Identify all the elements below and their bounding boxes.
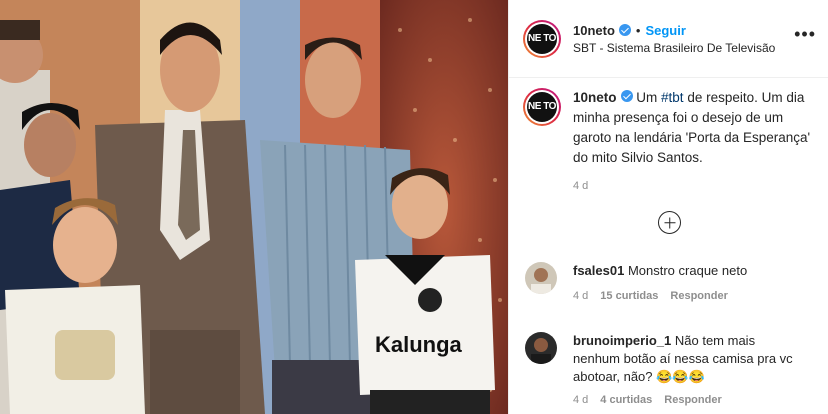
- caption-username[interactable]: 10neto: [573, 90, 617, 105]
- verified-badge-icon: [620, 90, 633, 102]
- comment-username[interactable]: fsales01: [573, 263, 624, 278]
- hashtag-link[interactable]: #tbt: [661, 90, 684, 105]
- comment-username[interactable]: brunoimperio_1: [573, 333, 671, 348]
- reply-button[interactable]: Responder: [664, 394, 721, 406]
- verified-badge-icon: [618, 24, 631, 36]
- photo-illustration: Kalunga: [0, 0, 508, 414]
- author-username[interactable]: 10neto: [573, 23, 615, 38]
- post-caption: NE TO 10neto Um #tbt de respeito. Um dia…: [509, 78, 828, 168]
- shirt-text: Kalunga: [375, 332, 463, 357]
- author-avatar[interactable]: NE TO: [523, 19, 561, 58]
- comment-likes[interactable]: 4 curtidas: [600, 394, 652, 406]
- comment-time[interactable]: 4 d: [573, 290, 588, 302]
- separator-dot: •: [635, 22, 641, 38]
- more-options-icon[interactable]: •••: [794, 24, 816, 45]
- comment-item: brunoimperio_1 Não tem mais nenhum botão…: [525, 332, 793, 406]
- caption-text: 10neto Um #tbt de respeito. Um dia minha…: [573, 88, 813, 168]
- post-photo[interactable]: Kalunga: [0, 0, 508, 414]
- post-header: NE TO 10neto • Seguir SBT - Sistema Bras…: [509, 0, 828, 78]
- caption-prefix: Um: [636, 90, 662, 105]
- commenter-avatar[interactable]: [525, 262, 557, 294]
- post-location[interactable]: SBT - Sistema Brasileiro De Televisão: [573, 41, 775, 55]
- commenter-avatar[interactable]: [525, 332, 557, 364]
- caption-avatar[interactable]: NE TO: [523, 88, 561, 126]
- instagram-post: Kalunga NE TO 10neto • Seguir SBT - Sist…: [0, 0, 828, 414]
- comment-text: Monstro craque neto: [627, 263, 748, 278]
- load-more-comments-icon[interactable]: [658, 211, 681, 234]
- comment-likes[interactable]: 15 curtidas: [600, 290, 658, 302]
- post-sidebar: NE TO 10neto • Seguir SBT - Sistema Bras…: [508, 0, 828, 414]
- comment-item: fsales01 Monstro craque neto 4 d 15 curt…: [525, 262, 793, 302]
- neto-logo-icon: NE TO: [527, 92, 557, 122]
- caption-time[interactable]: 4 d: [573, 180, 828, 192]
- neto-logo-icon: NE TO: [527, 23, 557, 54]
- reply-button[interactable]: Responder: [670, 290, 727, 302]
- follow-button[interactable]: Seguir: [645, 23, 685, 38]
- comment-time[interactable]: 4 d: [573, 394, 588, 406]
